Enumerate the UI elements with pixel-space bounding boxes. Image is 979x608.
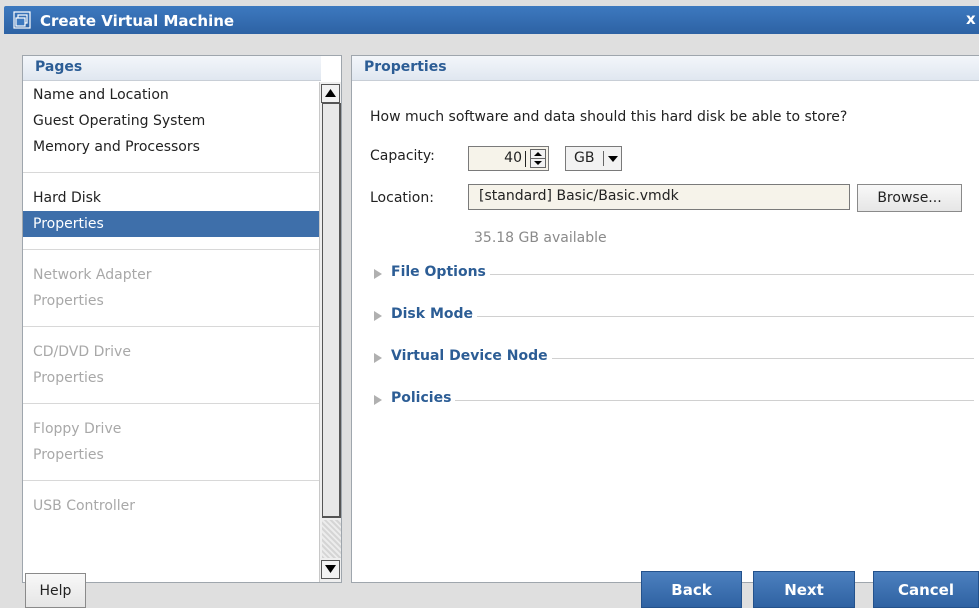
capacity-unit-value: GB xyxy=(574,150,595,166)
text-caret xyxy=(525,151,526,167)
section-policies[interactable]: Policies xyxy=(374,390,974,410)
properties-panel: Properties How much software and data sh… xyxy=(351,55,979,583)
page-hard-disk-properties[interactable]: Properties xyxy=(23,211,319,237)
scroll-track-remaining xyxy=(322,520,341,558)
close-icon[interactable]: x xyxy=(966,10,976,28)
divider xyxy=(23,172,319,173)
location-label: Location: xyxy=(370,190,434,206)
page-floppy-drive-properties: Properties xyxy=(33,447,104,463)
title-bar: Create Virtual Machine x xyxy=(0,0,979,44)
window-title: Create Virtual Machine xyxy=(40,12,235,30)
properties-header: Properties xyxy=(352,56,979,81)
divider xyxy=(23,403,319,404)
scroll-up-button[interactable] xyxy=(321,84,340,103)
select-divider xyxy=(603,151,604,166)
pages-scrollbar[interactable] xyxy=(319,82,341,582)
section-rule xyxy=(391,400,974,401)
capacity-label: Capacity: xyxy=(370,148,435,164)
scroll-down-button[interactable] xyxy=(321,560,340,579)
scroll-track[interactable] xyxy=(321,103,341,559)
arrow-up-icon xyxy=(325,89,336,97)
virtual-machine-icon xyxy=(13,11,31,29)
expand-arrow-icon xyxy=(374,395,382,405)
divider xyxy=(23,249,319,250)
expand-arrow-icon xyxy=(374,269,382,279)
page-floppy-drive: Floppy Drive xyxy=(33,421,122,437)
section-virtual-device-node[interactable]: Virtual Device Node xyxy=(374,348,974,368)
page-memory-and-processors[interactable]: Memory and Processors xyxy=(23,134,319,160)
page-network-adapter: Network Adapter xyxy=(33,267,152,283)
capacity-unit-select[interactable]: GB xyxy=(565,146,622,171)
page-name-and-location[interactable]: Name and Location xyxy=(23,82,319,108)
section-rule xyxy=(391,316,974,317)
cancel-button[interactable]: Cancel xyxy=(873,571,979,608)
divider xyxy=(23,480,319,481)
capacity-value[interactable]: 40 xyxy=(504,150,522,166)
pages-header: Pages xyxy=(23,56,321,81)
browse-button[interactable]: Browse... xyxy=(857,184,962,212)
back-button[interactable]: Back xyxy=(641,571,742,608)
section-label[interactable]: Disk Mode xyxy=(391,306,478,322)
page-guest-operating-system[interactable]: Guest Operating System xyxy=(23,108,319,134)
capacity-spin-buttons[interactable] xyxy=(530,149,546,168)
section-label[interactable]: Policies xyxy=(391,390,456,406)
expand-arrow-icon xyxy=(374,311,382,321)
pages-panel: Pages Name and Location Guest Operating … xyxy=(22,55,342,583)
next-button[interactable]: Next xyxy=(753,571,855,608)
page-network-adapter-properties: Properties xyxy=(33,293,104,309)
chevron-down-icon xyxy=(608,156,618,162)
section-disk-mode[interactable]: Disk Mode xyxy=(374,306,974,326)
available-space: 35.18 GB available xyxy=(474,230,607,246)
page-cd-dvd-drive: CD/DVD Drive xyxy=(33,344,131,360)
pages-list: Name and Location Guest Operating System… xyxy=(23,82,319,519)
help-button[interactable]: Help xyxy=(25,573,86,608)
arrow-down-icon xyxy=(325,565,336,573)
scroll-thumb[interactable] xyxy=(322,103,341,518)
capacity-question: How much software and data should this h… xyxy=(370,109,848,125)
page-cd-dvd-drive-properties: Properties xyxy=(33,370,104,386)
section-label[interactable]: Virtual Device Node xyxy=(391,348,552,364)
location-field[interactable]: [standard] Basic/Basic.vmdk xyxy=(468,184,850,210)
section-label[interactable]: File Options xyxy=(391,264,490,280)
divider xyxy=(23,326,319,327)
spin-arrows-icon xyxy=(531,152,545,165)
page-usb-controller: USB Controller xyxy=(33,498,136,514)
section-file-options[interactable]: File Options xyxy=(374,264,974,284)
capacity-stepper[interactable]: 40 xyxy=(468,146,549,171)
expand-arrow-icon xyxy=(374,353,382,363)
page-hard-disk[interactable]: Hard Disk xyxy=(23,185,319,211)
